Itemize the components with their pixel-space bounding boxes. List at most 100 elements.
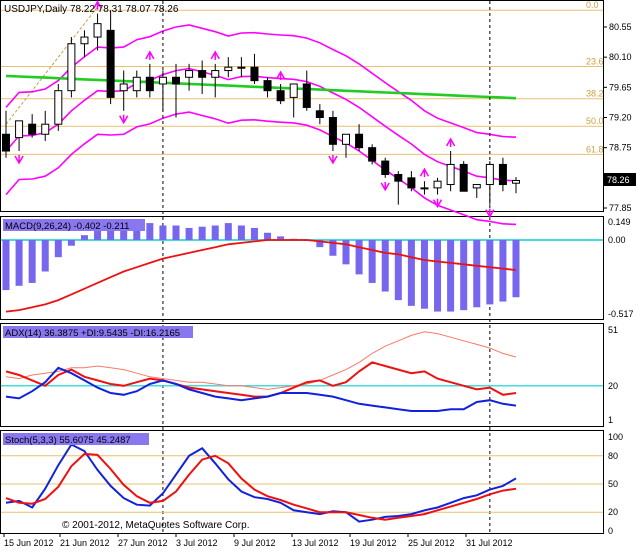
candle-body [185,70,194,78]
candle-body [15,120,24,139]
fib-label: 0.0 [586,0,599,10]
candle-body [263,80,272,92]
price-tick-label: 77.85 [609,203,632,213]
macd-histogram-bar [447,240,455,312]
candle-body [485,163,494,186]
candle-body [224,66,233,72]
candle-body [407,177,416,189]
fib-label: 61.8 [586,144,604,154]
macd-histogram-bar [460,240,468,311]
macd-tick-label: 0.149 [608,217,631,227]
date-label: 9 Jul 2012 [234,538,276,548]
current-price-tag: 78.26 [607,175,630,185]
candle-body [355,133,364,149]
adx-tick-label: 20 [608,381,618,391]
price-tick-label: 80.55 [609,22,632,32]
stoch-label: Stoch(5,3,3) 55.6075 45.2487 [5,435,131,446]
price-tick-label: 80.10 [609,52,632,62]
price-panel-frame [0,0,604,212]
macd-histogram-bar [381,240,389,292]
candle-body [381,160,390,175]
macd-histogram-bar [473,240,481,308]
macd-histogram-bar [512,240,520,298]
stoch-tick-label: 0 [608,526,613,536]
chart-canvas[interactable]: 0.0 23.6 38.2 50.0 61.8 80.55 80.10 79.65 79.20… [0,0,640,549]
date-label: 3 Jul 2012 [176,538,218,548]
macd-tick-label: 0.00 [608,235,626,245]
candle-body [433,180,442,189]
copyright-text: © 2001-2012, MetaQuotes Software Corp. [62,520,249,531]
adx-tick-label: 51 [608,325,618,335]
candle-body [28,123,37,135]
stoch-tick-label: 20 [608,507,618,517]
candle-body [328,117,337,145]
macd-histogram-bar [198,226,206,240]
date-label: 21 Jun 2012 [60,538,110,548]
candle-body [368,147,377,162]
macd-histogram-bar [54,240,62,258]
candle-body [211,70,220,78]
candle-body [198,70,207,78]
macd-histogram-bar [211,225,219,240]
macd-histogram-bar [420,240,428,309]
macd-histogram-bar [264,232,272,240]
candle-body [302,83,311,108]
candle-body [250,66,259,82]
macd-histogram-bar [368,240,376,283]
price-tick-label: 79.20 [609,113,632,123]
macd-histogram-bar [146,223,154,240]
macd-tick-label: -0.517 [608,309,634,319]
candle-body [54,90,63,125]
stoch-tick-label: 80 [608,451,618,461]
candle-body [41,123,50,135]
macd-histogram-bar [28,240,36,283]
macd-label: MACD(9,26,24) -0.402 -0.211 [5,221,129,232]
candle-body [2,133,10,152]
candle-body [237,66,246,69]
stoch-axis: 100 80 50 20 0 [608,432,623,536]
date-label: 25 Jul 2012 [408,538,455,548]
candle-body [472,184,481,189]
macd-histogram-bar [159,225,167,240]
macd-histogram-bar [185,227,193,240]
candle-body [132,76,141,92]
adx-label: ADX(14) 36.3875 +DI:9.5435 -DI:16.2165 [5,328,180,339]
macd-histogram-bar [499,240,507,302]
candle-body [67,43,76,92]
candle-body [342,133,350,145]
macd-histogram-bar [80,235,88,240]
candle-body [119,83,128,92]
candle-body [394,173,403,182]
date-axis[interactable]: 15 Jun 2012 21 Jun 2012 27 Jun 2012 3 Jul 2… [3,534,513,548]
candle-body [80,36,89,45]
candle-body [289,83,298,98]
macd-histogram-bar [407,240,415,306]
stoch-tick-label: 100 [608,432,623,442]
candle-body [93,23,102,38]
date-label: 31 Jul 2012 [466,538,513,548]
adx-tick-label: 1 [608,415,613,425]
macd-axis: 0.149 0.00 -0.517 [608,217,634,319]
candle-body [446,163,455,186]
macd-histogram-bar [15,240,23,286]
date-label: 15 Jun 2012 [4,538,54,548]
candle-body [498,163,507,186]
stoch-tick-label: 50 [608,479,618,489]
candle-body [459,163,468,192]
candle-body [172,76,180,85]
date-label: 13 Jul 2012 [292,538,339,548]
candle-body [315,110,324,118]
macd-histogram-bar [224,223,232,240]
macd-histogram-bar [250,227,258,240]
price-tick-label: 79.65 [609,82,632,92]
chart-title: USDJPY,Daily 78.22 78.31 78.07 78.26 [4,4,179,15]
macd-histogram-bar [434,240,442,312]
fib-label: 50.0 [586,116,604,126]
candle-body [276,90,285,102]
fib-label: 38.2 [586,89,604,99]
macd-histogram-bar [67,240,75,246]
candle-body [158,76,167,85]
metatrader-chart-window[interactable]: 0.0 23.6 38.2 50.0 61.8 80.55 80.10 79.65 79.20… [0,0,640,549]
candle-body [106,29,115,98]
date-label: 27 Jun 2012 [118,538,168,548]
